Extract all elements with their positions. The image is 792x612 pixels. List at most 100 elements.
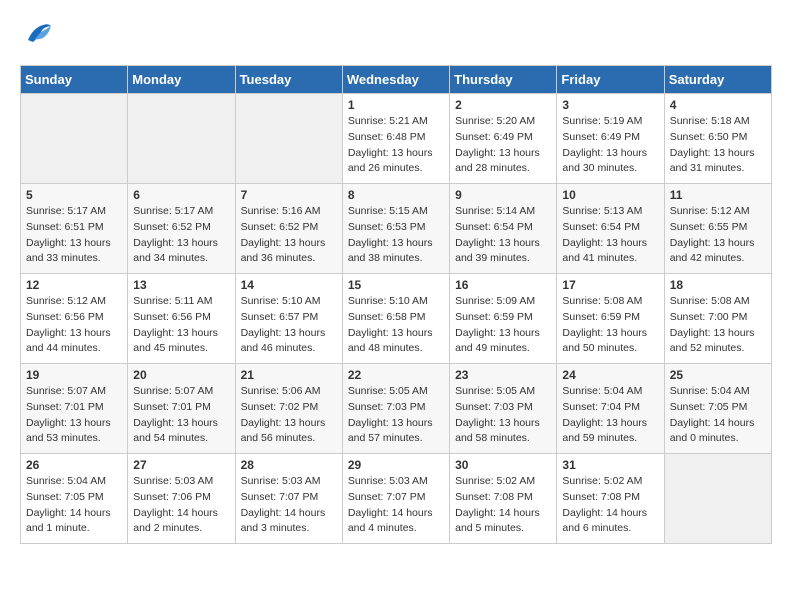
calendar-table: SundayMondayTuesdayWednesdayThursdayFrid… — [20, 65, 772, 544]
day-number: 8 — [348, 188, 444, 202]
calendar-cell: 12 Sunrise: 5:12 AMSunset: 6:56 PMDayligh… — [21, 274, 128, 364]
day-number: 3 — [562, 98, 658, 112]
calendar-cell: 1 Sunrise: 5:21 AMSunset: 6:48 PMDaylight… — [342, 94, 449, 184]
calendar-cell: 25 Sunrise: 5:04 AMSunset: 7:05 PMDayligh… — [664, 364, 771, 454]
cell-info: Sunrise: 5:11 AMSunset: 6:56 PMDaylight:… — [133, 294, 229, 357]
cell-info: Sunrise: 5:06 AMSunset: 7:02 PMDaylight:… — [241, 384, 337, 447]
day-number: 16 — [455, 278, 551, 292]
day-number: 7 — [241, 188, 337, 202]
calendar-cell: 19 Sunrise: 5:07 AMSunset: 7:01 PMDayligh… — [21, 364, 128, 454]
calendar-cell: 15Sunrise: 5:10 AMSunset: 6:58 PMDayligh… — [342, 274, 449, 364]
day-number: 11 — [670, 188, 766, 202]
logo-bird-icon — [23, 20, 53, 50]
day-number: 29 — [348, 458, 444, 472]
calendar-cell: 27 Sunrise: 5:03 AMSunset: 7:06 PMDayligh… — [128, 454, 235, 544]
calendar-cell: 24 Sunrise: 5:04 AMSunset: 7:04 PMDayligh… — [557, 364, 664, 454]
cell-info: Sunrise: 5:04 AMSunset: 7:04 PMDaylight:… — [562, 384, 658, 447]
week-row-1: 1 Sunrise: 5:21 AMSunset: 6:48 PMDaylight… — [21, 94, 772, 184]
calendar-cell — [21, 94, 128, 184]
cell-info: Sunrise: 5:12 AMSunset: 6:55 PMDaylight:… — [670, 204, 766, 267]
day-number: 22 — [348, 368, 444, 382]
cell-info: Sunrise: 5:04 AMSunset: 7:05 PMDaylight:… — [670, 384, 766, 447]
day-header-sunday: Sunday — [21, 66, 128, 94]
day-number: 5 — [26, 188, 122, 202]
calendar-cell: 4 Sunrise: 5:18 AMSunset: 6:50 PMDaylight… — [664, 94, 771, 184]
cell-info: Sunrise: 5:13 AMSunset: 6:54 PMDaylight:… — [562, 204, 658, 267]
week-row-2: 5 Sunrise: 5:17 AMSunset: 6:51 PMDaylight… — [21, 184, 772, 274]
calendar-cell: 26 Sunrise: 5:04 AMSunset: 7:05 PMDayligh… — [21, 454, 128, 544]
day-number: 20 — [133, 368, 229, 382]
calendar-cell: 20 Sunrise: 5:07 AMSunset: 7:01 PMDayligh… — [128, 364, 235, 454]
calendar-cell: 8 Sunrise: 5:15 AMSunset: 6:53 PMDaylight… — [342, 184, 449, 274]
day-number: 30 — [455, 458, 551, 472]
cell-info: Sunrise: 5:10 AMSunset: 6:57 PMDaylight:… — [241, 294, 337, 357]
calendar-cell: 17Sunrise: 5:08 AMSunset: 6:59 PMDayligh… — [557, 274, 664, 364]
cell-info: Sunrise: 5:02 AMSunset: 7:08 PMDaylight:… — [562, 474, 658, 537]
day-number: 13 — [133, 278, 229, 292]
calendar-cell: 10 Sunrise: 5:13 AMSunset: 6:54 PMDayligh… — [557, 184, 664, 274]
calendar-cell: 23 Sunrise: 5:05 AMSunset: 7:03 PMDayligh… — [450, 364, 557, 454]
calendar-cell: 5 Sunrise: 5:17 AMSunset: 6:51 PMDaylight… — [21, 184, 128, 274]
day-number: 14 — [241, 278, 337, 292]
day-number: 10 — [562, 188, 658, 202]
cell-info: Sunrise: 5:03 AMSunset: 7:07 PMDaylight:… — [348, 474, 444, 537]
calendar-cell: 21 Sunrise: 5:06 AMSunset: 7:02 PMDayligh… — [235, 364, 342, 454]
calendar-cell: 9Sunrise: 5:14 AMSunset: 6:54 PMDaylight… — [450, 184, 557, 274]
cell-info: Sunrise: 5:18 AMSunset: 6:50 PMDaylight:… — [670, 114, 766, 177]
calendar-cell: 3 Sunrise: 5:19 AMSunset: 6:49 PMDaylight… — [557, 94, 664, 184]
cell-info: Sunrise: 5:02 AMSunset: 7:08 PMDaylight:… — [455, 474, 551, 537]
week-row-5: 26 Sunrise: 5:04 AMSunset: 7:05 PMDayligh… — [21, 454, 772, 544]
day-header-thursday: Thursday — [450, 66, 557, 94]
page-header — [20, 20, 772, 55]
day-header-friday: Friday — [557, 66, 664, 94]
cell-info: Sunrise: 5:03 AMSunset: 7:06 PMDaylight:… — [133, 474, 229, 537]
calendar-cell: 7 Sunrise: 5:16 AMSunset: 6:52 PMDaylight… — [235, 184, 342, 274]
calendar-cell: 30 Sunrise: 5:02 AMSunset: 7:08 PMDayligh… — [450, 454, 557, 544]
day-number: 27 — [133, 458, 229, 472]
day-number: 25 — [670, 368, 766, 382]
cell-info: Sunrise: 5:07 AMSunset: 7:01 PMDaylight:… — [133, 384, 229, 447]
day-number: 9 — [455, 188, 551, 202]
calendar-cell — [235, 94, 342, 184]
day-number: 6 — [133, 188, 229, 202]
day-number: 2 — [455, 98, 551, 112]
day-number: 24 — [562, 368, 658, 382]
day-header-saturday: Saturday — [664, 66, 771, 94]
cell-info: Sunrise: 5:15 AMSunset: 6:53 PMDaylight:… — [348, 204, 444, 267]
day-number: 26 — [26, 458, 122, 472]
day-header-monday: Monday — [128, 66, 235, 94]
day-number: 19 — [26, 368, 122, 382]
cell-info: Sunrise: 5:21 AMSunset: 6:48 PMDaylight:… — [348, 114, 444, 177]
calendar-cell — [664, 454, 771, 544]
cell-info: Sunrise: 5:16 AMSunset: 6:52 PMDaylight:… — [241, 204, 337, 267]
logo-block — [20, 20, 53, 55]
cell-info: Sunrise: 5:17 AMSunset: 6:52 PMDaylight:… — [133, 204, 229, 267]
day-number: 23 — [455, 368, 551, 382]
cell-info: Sunrise: 5:17 AMSunset: 6:51 PMDaylight:… — [26, 204, 122, 267]
day-number: 21 — [241, 368, 337, 382]
day-number: 12 — [26, 278, 122, 292]
cell-info: Sunrise: 5:07 AMSunset: 7:01 PMDaylight:… — [26, 384, 122, 447]
cell-info: Sunrise: 5:05 AMSunset: 7:03 PMDaylight:… — [348, 384, 444, 447]
day-number: 28 — [241, 458, 337, 472]
calendar-cell — [128, 94, 235, 184]
week-row-4: 19 Sunrise: 5:07 AMSunset: 7:01 PMDayligh… — [21, 364, 772, 454]
day-number: 17 — [562, 278, 658, 292]
day-header-wednesday: Wednesday — [342, 66, 449, 94]
day-number: 1 — [348, 98, 444, 112]
logo — [20, 20, 53, 55]
cell-info: Sunrise: 5:12 AMSunset: 6:56 PMDaylight:… — [26, 294, 122, 357]
calendar-cell: 16Sunrise: 5:09 AMSunset: 6:59 PMDayligh… — [450, 274, 557, 364]
cell-info: Sunrise: 5:19 AMSunset: 6:49 PMDaylight:… — [562, 114, 658, 177]
day-number: 4 — [670, 98, 766, 112]
cell-info: Sunrise: 5:04 AMSunset: 7:05 PMDaylight:… — [26, 474, 122, 537]
calendar-cell: 28Sunrise: 5:03 AMSunset: 7:07 PMDayligh… — [235, 454, 342, 544]
cell-info: Sunrise: 5:08 AMSunset: 7:00 PMDaylight:… — [670, 294, 766, 357]
days-header-row: SundayMondayTuesdayWednesdayThursdayFrid… — [21, 66, 772, 94]
calendar-cell: 2Sunrise: 5:20 AMSunset: 6:49 PMDaylight… — [450, 94, 557, 184]
week-row-3: 12 Sunrise: 5:12 AMSunset: 6:56 PMDayligh… — [21, 274, 772, 364]
calendar-cell: 29 Sunrise: 5:03 AMSunset: 7:07 PMDayligh… — [342, 454, 449, 544]
cell-info: Sunrise: 5:05 AMSunset: 7:03 PMDaylight:… — [455, 384, 551, 447]
calendar-cell: 13 Sunrise: 5:11 AMSunset: 6:56 PMDayligh… — [128, 274, 235, 364]
calendar-cell: 22 Sunrise: 5:05 AMSunset: 7:03 PMDayligh… — [342, 364, 449, 454]
